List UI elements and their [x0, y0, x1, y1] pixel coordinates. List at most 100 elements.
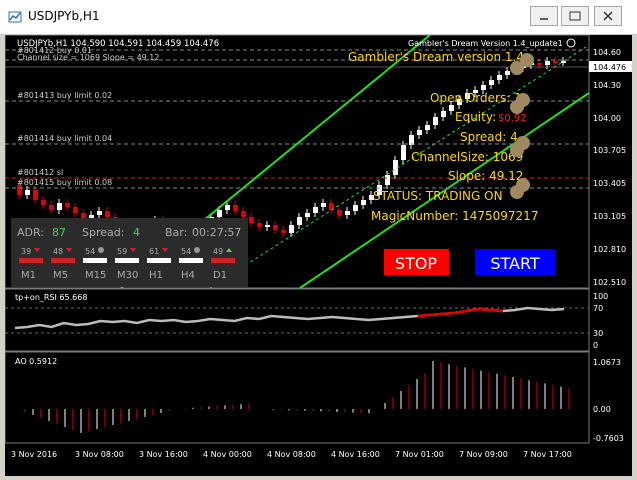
- ea-name: Gambler's Dream Version 1.4_update1: [408, 39, 563, 48]
- candle-body: [337, 210, 342, 215]
- candle-body: [449, 105, 454, 111]
- time-axis: 3 Nov 2016 3 Nov 08:00 3 Nov 16:00 4 Nov…: [11, 450, 572, 459]
- neutral-dot-icon: [98, 247, 104, 253]
- tf-value: 54: [85, 247, 95, 256]
- candle-body: [65, 203, 70, 207]
- candle-body: [425, 125, 430, 130]
- tf-label: M30: [117, 270, 138, 281]
- order-marker[interactable]: [516, 178, 530, 192]
- window-title: USDJPYb,H1: [28, 9, 100, 23]
- ao-pane[interactable]: AO 0.5912 1.0673 0.00 -0.7603: [4, 351, 624, 444]
- candle-body: [289, 225, 294, 233]
- tf-strength-bar: [147, 258, 171, 263]
- price-axis: 104.60 104.476 104.30 104.00 103.705 103…: [589, 48, 632, 287]
- order-label-3: #801414 buy limit 0.04: [17, 134, 112, 143]
- time-tick: 4 Nov 08:00: [267, 450, 316, 459]
- rsi-label: tp+on_RSI 65.668: [15, 293, 87, 302]
- ao-label: AO 0.5912: [15, 357, 57, 366]
- candle-body: [49, 205, 54, 210]
- window-titlebar: USDJPYb,H1: [0, 0, 637, 35]
- candle-body: [233, 205, 238, 211]
- time-tick: 4 Nov 00:00: [203, 450, 252, 459]
- candle-body: [561, 61, 566, 63]
- overlay-open-orders: Open Orders: 1: [430, 91, 522, 105]
- spread-value: 4: [133, 226, 140, 239]
- candle-body: [281, 230, 286, 233]
- order-marker[interactable]: [516, 93, 530, 107]
- candle-body: [97, 211, 102, 215]
- candle-body: [505, 71, 510, 75]
- candle-body: [241, 211, 246, 217]
- stop-button[interactable]: STOP: [384, 249, 449, 275]
- candle-body: [497, 75, 502, 80]
- close-button[interactable]: [594, 6, 622, 26]
- adr-value: 87: [52, 226, 66, 239]
- overlay-slope: Slope: 49.12: [448, 169, 524, 183]
- tf-value: 54: [181, 247, 191, 256]
- tf-label: M15: [85, 270, 106, 281]
- tf-value: 48: [53, 247, 63, 256]
- minimize-button[interactable]: [530, 6, 558, 26]
- time-tick: 7 Nov 01:00: [395, 450, 444, 459]
- candle-body: [265, 225, 270, 227]
- candle-body: [41, 200, 46, 205]
- ao-level: -0.7603: [593, 434, 624, 443]
- candle-body: [361, 200, 366, 205]
- price-tick: 104.30: [593, 81, 621, 90]
- tf-strength-bar: [115, 258, 139, 263]
- order-label-5: #801415 buy limit 0.08: [17, 178, 112, 187]
- neutral-dot-icon: [194, 247, 200, 253]
- restore-button[interactable]: [561, 6, 589, 26]
- tf-label: D1: [213, 270, 227, 281]
- order-marker[interactable]: [520, 53, 534, 67]
- overlay-spread: Spread: 4: [460, 130, 518, 144]
- candle-body: [489, 80, 494, 85]
- candle-body: [553, 61, 558, 63]
- chart-window-icon: [8, 11, 22, 23]
- tf-strength-bar: [19, 258, 43, 263]
- rsi-level: 70: [593, 304, 603, 313]
- tf-value: 61: [149, 247, 159, 256]
- close-icon: [603, 11, 613, 21]
- price-tick: 102.810: [593, 245, 626, 254]
- tf-label: M1: [21, 270, 36, 281]
- rsi-level: 0: [593, 341, 598, 350]
- chart-area[interactable]: USDJPYb,H1 104.590 104.591 104.459 104.4…: [4, 34, 632, 476]
- ao-level: 0.00: [593, 405, 611, 414]
- order-marker[interactable]: [516, 136, 530, 150]
- time-tick: 3 Nov 2016: [11, 450, 57, 459]
- tf-label: H4: [181, 270, 195, 281]
- candle-body: [105, 211, 110, 217]
- current-price-label: 104.476: [593, 63, 626, 72]
- order-label-4: #801412 sl: [17, 168, 63, 177]
- price-tick: 104.60: [593, 48, 621, 57]
- start-button[interactable]: START: [475, 249, 555, 275]
- rsi-pane[interactable]: tp+on_RSI 65.668 100 70 30 0: [4, 288, 608, 352]
- candle-body: [297, 217, 302, 225]
- tf-strength-bar: [51, 258, 75, 263]
- candle-body: [57, 203, 62, 210]
- time-tick: 7 Nov 17:00: [523, 450, 572, 459]
- stop-label: STOP: [395, 254, 438, 273]
- candle-body: [225, 205, 230, 210]
- overlay-equity-value: $0.92: [498, 113, 527, 124]
- chart-canvas[interactable]: USDJPYb,H1 104.590 104.591 104.459 104.4…: [4, 34, 632, 476]
- time-tick: 3 Nov 08:00: [75, 450, 124, 459]
- candle-body: [353, 205, 358, 211]
- time-tick: 4 Nov 16:00: [331, 450, 380, 459]
- candle-body: [537, 63, 542, 65]
- tf-strength-bar: [83, 258, 107, 263]
- candle-body: [545, 61, 550, 65]
- time-tick: 3 Nov 16:00: [139, 450, 188, 459]
- price-tick: 104.00: [593, 114, 621, 123]
- price-pane[interactable]: USDJPYb,H1 104.590 104.591 104.459 104.4…: [4, 34, 590, 289]
- price-tick: 103.405: [593, 179, 626, 188]
- candle-body: [73, 207, 78, 213]
- tf-strength-bar: [179, 258, 203, 263]
- candle-body: [249, 217, 254, 223]
- overlay-title: Gambler's Dream version 1.4: [348, 50, 524, 64]
- overlay-status: STATUS: TRADING ON: [373, 189, 503, 203]
- overlay-magic: MagicNumber: 1475097217: [371, 209, 538, 223]
- candle-body: [321, 203, 326, 207]
- candle-body: [385, 175, 390, 185]
